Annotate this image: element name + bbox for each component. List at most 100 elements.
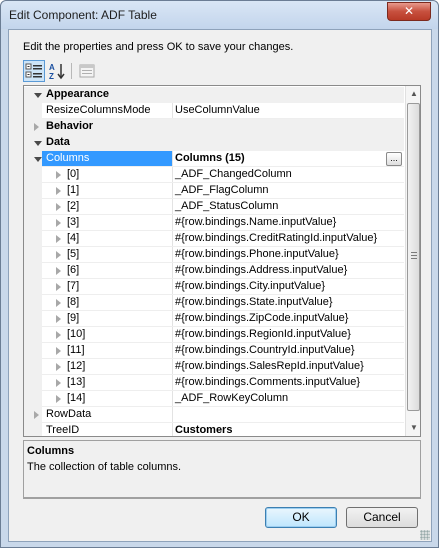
row-gutter — [24, 295, 42, 311]
property-value[interactable]: #{row.bindings.State.inputValue} — [172, 295, 404, 311]
expand-triangle-icon[interactable] — [56, 267, 61, 275]
expand-triangle-icon[interactable] — [34, 123, 39, 131]
resize-grip-icon[interactable] — [420, 530, 430, 540]
property-name: [10] — [67, 328, 86, 340]
expand-triangle-icon[interactable] — [56, 171, 61, 179]
expand-triangle-icon[interactable] — [56, 203, 61, 211]
row-gutter — [24, 327, 42, 343]
expand-triangle-icon[interactable] — [34, 411, 39, 419]
categorized-view-button[interactable] — [23, 60, 45, 82]
expand-triangle-icon[interactable] — [56, 379, 61, 387]
collapse-triangle-icon[interactable] — [34, 93, 42, 98]
expand-triangle-icon[interactable] — [56, 363, 61, 371]
property-value[interactable] — [172, 407, 404, 423]
property-row[interactable]: [1] _ADF_FlagColumn — [24, 183, 404, 199]
row-gutter — [24, 279, 42, 295]
property-row[interactable]: ResizeColumnsMode UseColumnValue — [24, 103, 404, 119]
row-gutter — [24, 391, 42, 407]
row-gutter — [24, 103, 42, 119]
row-gutter — [24, 183, 42, 199]
property-row[interactable]: [12] #{row.bindings.SalesRepId.inputValue… — [24, 359, 404, 375]
property-row[interactable]: [6] #{row.bindings.Address.inputValue} — [24, 263, 404, 279]
property-row[interactable]: [8] #{row.bindings.State.inputValue} — [24, 295, 404, 311]
property-row[interactable]: [14] _ADF_RowKeyColumn — [24, 391, 404, 407]
property-value[interactable]: #{row.bindings.Name.inputValue} — [172, 215, 404, 231]
property-value[interactable]: _ADF_FlagColumn — [172, 183, 404, 199]
property-value[interactable]: #{row.bindings.Comments.inputValue} — [172, 375, 404, 391]
property-value[interactable]: #{row.bindings.ZipCode.inputValue} — [172, 311, 404, 327]
property-row[interactable]: TreeID Customers — [24, 423, 404, 436]
close-button[interactable]: ✕ — [387, 2, 431, 21]
row-gutter — [24, 119, 42, 135]
ellipsis-button[interactable]: ... — [386, 152, 402, 166]
category-row[interactable]: Data — [24, 135, 404, 151]
property-value[interactable]: UseColumnValue — [172, 103, 404, 119]
scroll-thumb[interactable] — [407, 103, 420, 411]
categorized-view-icon — [25, 63, 42, 78]
description-text: The collection of table columns. — [27, 461, 182, 473]
property-value[interactable]: #{row.bindings.RegionId.inputValue} — [172, 327, 404, 343]
property-row[interactable]: [11] #{row.bindings.CountryId.inputValue} — [24, 343, 404, 359]
expand-triangle-icon[interactable] — [56, 219, 61, 227]
property-value[interactable]: Customers — [172, 423, 404, 436]
expand-triangle-icon[interactable] — [56, 251, 61, 259]
collapse-triangle-icon[interactable] — [34, 157, 42, 162]
property-row[interactable]: [2] _ADF_StatusColumn — [24, 199, 404, 215]
description-title: Columns — [27, 445, 75, 457]
category-label: Data — [46, 136, 70, 148]
property-row[interactable]: Columns Columns (15)... — [24, 151, 404, 167]
category-row[interactable]: Behavior — [24, 119, 404, 135]
property-grid[interactable]: Appearance ResizeColumnsMode UseColumnValu… — [23, 85, 421, 437]
property-name: ResizeColumnsMode — [46, 104, 151, 116]
property-row[interactable]: [5] #{row.bindings.Phone.inputValue} — [24, 247, 404, 263]
property-row[interactable]: [9] #{row.bindings.ZipCode.inputValue} — [24, 311, 404, 327]
property-row[interactable]: [10] #{row.bindings.RegionId.inputValue} — [24, 327, 404, 343]
row-gutter — [24, 167, 42, 183]
ok-button[interactable]: OK — [265, 507, 337, 528]
expand-triangle-icon[interactable] — [56, 395, 61, 403]
property-name: [3] — [67, 216, 80, 228]
row-gutter — [24, 423, 42, 436]
category-row[interactable]: Appearance — [24, 87, 404, 103]
alphabetical-sort-button[interactable]: A Z — [46, 60, 68, 82]
property-value[interactable]: _ADF_RowKeyColumn — [172, 391, 404, 407]
expand-triangle-icon[interactable] — [56, 187, 61, 195]
category-label: Appearance — [46, 88, 109, 100]
expand-triangle-icon[interactable] — [56, 299, 61, 307]
property-value[interactable]: #{row.bindings.CreditRatingId.inputValue… — [172, 231, 404, 247]
vertical-scrollbar[interactable]: ▲ ▼ — [405, 86, 420, 436]
svg-text:A: A — [49, 63, 55, 72]
property-value[interactable]: _ADF_StatusColumn — [172, 199, 404, 215]
title-bar[interactable]: Edit Component: ADF Table ✕ — [1, 1, 438, 29]
divider — [23, 498, 421, 499]
property-row[interactable]: [13] #{row.bindings.Comments.inputValue} — [24, 375, 404, 391]
property-row[interactable]: [3] #{row.bindings.Name.inputValue} — [24, 215, 404, 231]
property-row[interactable]: [0] _ADF_ChangedColumn — [24, 167, 404, 183]
property-value[interactable]: Columns (15) — [172, 151, 404, 167]
property-value[interactable]: #{row.bindings.CountryId.inputValue} — [172, 343, 404, 359]
property-row[interactable]: [7] #{row.bindings.City.inputValue} — [24, 279, 404, 295]
scroll-down-arrow-icon[interactable]: ▼ — [406, 420, 420, 436]
property-value[interactable]: #{row.bindings.Phone.inputValue} — [172, 247, 404, 263]
cancel-button[interactable]: Cancel — [346, 507, 418, 528]
property-row[interactable]: [4] #{row.bindings.CreditRatingId.inputVa… — [24, 231, 404, 247]
expand-triangle-icon[interactable] — [56, 347, 61, 355]
property-name: [7] — [67, 280, 80, 292]
property-pages-button[interactable] — [76, 60, 98, 82]
property-value[interactable]: #{row.bindings.City.inputValue} — [172, 279, 404, 295]
expand-triangle-icon[interactable] — [56, 235, 61, 243]
property-name: Columns — [46, 152, 90, 164]
property-value[interactable]: _ADF_ChangedColumn — [172, 167, 404, 183]
dialog-client-area: Edit the properties and press OK to save… — [8, 29, 432, 542]
property-name: [13] — [67, 376, 86, 388]
property-row[interactable]: RowData — [24, 407, 404, 423]
expand-triangle-icon[interactable] — [56, 283, 61, 291]
property-value[interactable]: #{row.bindings.SalesRepId.inputValue} — [172, 359, 404, 375]
scroll-up-arrow-icon[interactable]: ▲ — [406, 86, 420, 102]
row-gutter — [24, 359, 42, 375]
expand-triangle-icon[interactable] — [56, 331, 61, 339]
property-value[interactable]: #{row.bindings.Address.inputValue} — [172, 263, 404, 279]
collapse-triangle-icon[interactable] — [34, 141, 42, 146]
toolbar-separator — [71, 63, 72, 79]
expand-triangle-icon[interactable] — [56, 315, 61, 323]
